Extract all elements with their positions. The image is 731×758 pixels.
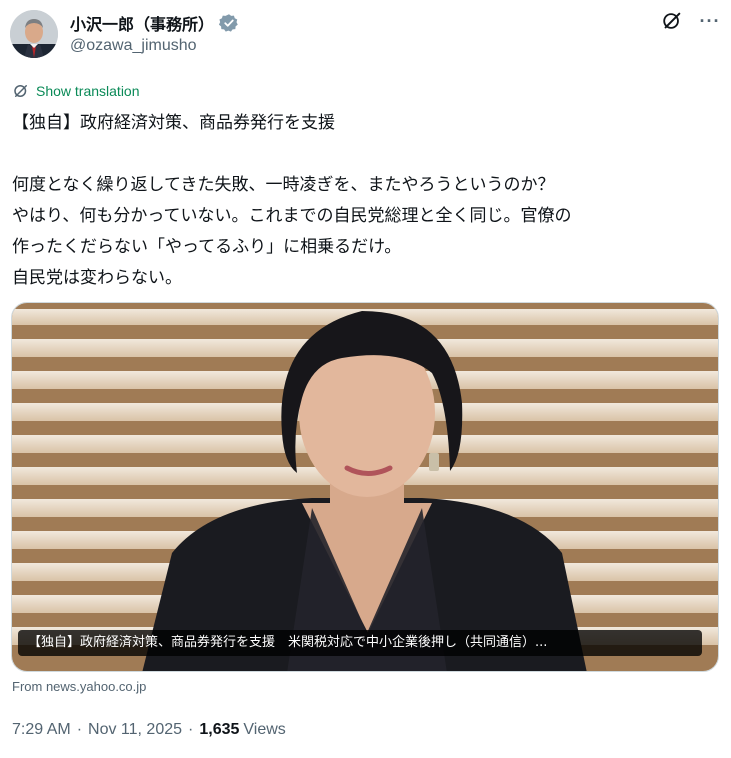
- tweet-line: 自民党は変わらない。: [12, 268, 182, 288]
- meta-separator: ·: [188, 721, 194, 738]
- meta-separator: ·: [76, 721, 83, 738]
- tweet-time[interactable]: 7:29 AM: [12, 721, 71, 739]
- card-caption: 【独自】政府経済対策、商品券発行を支援 米関税対応で中小企業後押し（共同通信）.…: [18, 630, 702, 656]
- tweet-line: 作ったくだらない「やってるふり」に相乗るだけ。: [12, 237, 402, 257]
- card-source-link[interactable]: From news.yahoo.co.jp: [12, 679, 146, 694]
- user-handle[interactable]: @ozawa_jimusho: [70, 37, 197, 55]
- tweet-date[interactable]: Nov 11, 2025: [88, 721, 182, 739]
- tweet-header: 小沢一郎（事務所） @ozawa_jimusho ···: [10, 10, 721, 62]
- show-translation-link[interactable]: Show translation: [12, 82, 140, 100]
- tweet-meta: 7:29 AM · Nov 11, 2025 · 1,635 Views: [12, 721, 286, 739]
- tweet-text: 【独自】政府経済対策、商品券発行を支援 何度となく繰り返してきた失敗、一時凌ぎを…: [12, 108, 720, 294]
- views-label: Views: [243, 721, 286, 738]
- avatar[interactable]: [10, 10, 58, 58]
- grok-icon[interactable]: [661, 10, 683, 32]
- tweet-line: 何度となく繰り返してきた失敗、一時凌ぎを、またやろうというのか？: [12, 175, 555, 195]
- verified-badge-icon[interactable]: [218, 13, 239, 33]
- display-name[interactable]: 小沢一郎（事務所）: [70, 11, 214, 35]
- tweet-line: やはり、何も分かっていない。これまでの自民党総理と全く同じ。官僚の: [12, 206, 572, 226]
- views-count: 1,635: [199, 721, 240, 738]
- tweet-line: 【独自】政府経済対策、商品券発行を支援: [12, 113, 335, 133]
- translate-icon: [12, 82, 30, 100]
- link-card[interactable]: [11, 302, 719, 672]
- more-options-icon[interactable]: ···: [699, 10, 721, 32]
- card-image: [12, 303, 718, 671]
- show-translation-label: Show translation: [36, 83, 140, 99]
